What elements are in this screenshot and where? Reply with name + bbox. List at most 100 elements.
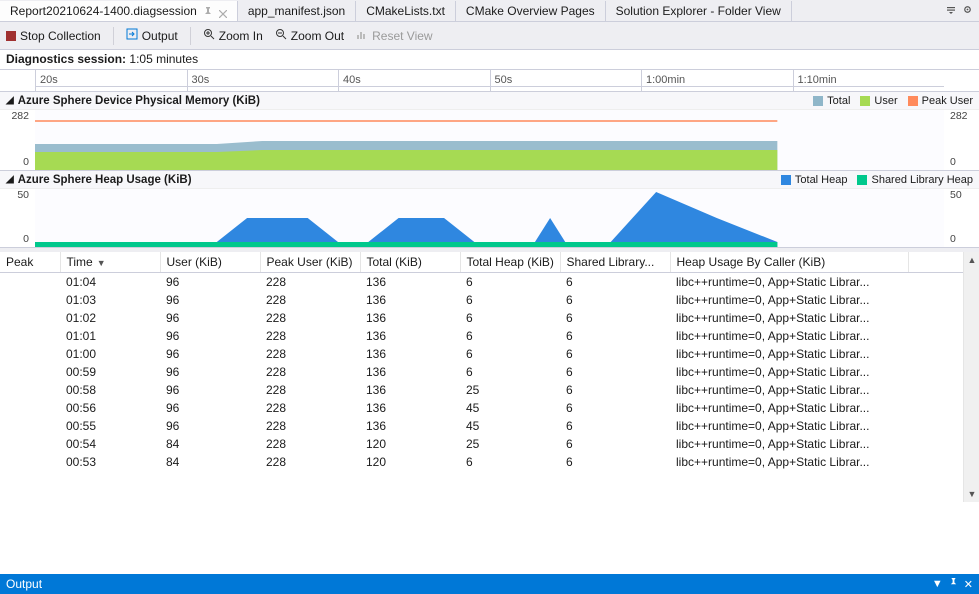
table-row[interactable]: 00:5484228120256libc++runtime=0, App+Sta… <box>0 435 979 453</box>
y-axis-left: 2820 <box>0 110 32 170</box>
table-cell: 45 <box>460 399 560 417</box>
zoom-out-button[interactable]: Zoom Out <box>275 28 344 43</box>
table-cell: 228 <box>260 435 360 453</box>
column-header[interactable]: Total (KiB) <box>360 252 460 273</box>
table-cell: 00:56 <box>60 399 160 417</box>
table-cell: libc++runtime=0, App+Static Librar... <box>670 345 909 363</box>
chevron-down-icon[interactable]: ▼ <box>932 578 943 591</box>
table-cell: 136 <box>360 381 460 399</box>
pin-icon[interactable] <box>203 6 213 16</box>
close-icon[interactable] <box>219 7 227 15</box>
table-cell: 6 <box>560 399 670 417</box>
table-cell: libc++runtime=0, App+Static Librar... <box>670 327 909 345</box>
output-label: Output <box>142 29 178 43</box>
scroll-up-icon[interactable]: ▲ <box>964 252 979 268</box>
zoom-in-button[interactable]: Zoom In <box>203 28 263 43</box>
table-cell <box>0 363 60 381</box>
ruler-tick: 50s <box>490 70 642 91</box>
toolbar-divider <box>190 27 191 45</box>
table-cell: libc++runtime=0, App+Static Librar... <box>670 435 909 453</box>
legend-item: Peak User <box>908 95 973 107</box>
table-cell: 6 <box>560 417 670 435</box>
tab-label: CMake Overview Pages <box>466 4 595 18</box>
table-row[interactable]: 00:538422812066libc++runtime=0, App+Stat… <box>0 453 979 471</box>
ruler-tick: 40s <box>338 70 490 91</box>
table-cell: 00:59 <box>60 363 160 381</box>
table-row[interactable]: 01:039622813666libc++runtime=0, App+Stat… <box>0 291 979 309</box>
reset-view-button[interactable]: Reset View <box>356 28 432 43</box>
timeline-ruler[interactable]: 20s30s40s50s1:00min1:10min <box>0 70 979 92</box>
table-cell: 6 <box>460 273 560 292</box>
chart-header[interactable]: ◢ Azure Sphere Device Physical Memory (K… <box>0 92 979 110</box>
chart-legend: TotalUserPeak User <box>813 95 973 107</box>
scroll-down-icon[interactable]: ▼ <box>964 486 979 502</box>
heap-table[interactable]: PeakTime▼User (KiB)Peak User (KiB)Total … <box>0 252 979 471</box>
table-cell: 00:53 <box>60 453 160 471</box>
table-cell: libc++runtime=0, App+Static Librar... <box>670 273 909 292</box>
table-cell: 228 <box>260 327 360 345</box>
pin-icon[interactable] <box>949 578 958 591</box>
column-header[interactable]: Total Heap (KiB) <box>460 252 560 273</box>
table-row[interactable]: 00:5696228136456libc++runtime=0, App+Sta… <box>0 399 979 417</box>
table-row[interactable]: 00:599622813666libc++runtime=0, App+Stat… <box>0 363 979 381</box>
stop-label: Stop Collection <box>20 29 101 43</box>
output-button[interactable]: Output <box>126 28 178 43</box>
column-header[interactable]: Time▼ <box>60 252 160 273</box>
session-status: Diagnostics session: 1:05 minutes <box>0 50 979 70</box>
table-row[interactable]: 01:019622813666libc++runtime=0, App+Stat… <box>0 327 979 345</box>
chart-body[interactable]: 2820 2820 <box>0 110 979 170</box>
stop-icon <box>6 31 16 41</box>
chart-legend: Total HeapShared Library Heap <box>781 174 973 186</box>
table-cell: 01:02 <box>60 309 160 327</box>
table-cell: 6 <box>560 363 670 381</box>
table-cell: 6 <box>460 309 560 327</box>
table-cell: libc++runtime=0, App+Static Librar... <box>670 381 909 399</box>
legend-item: User <box>860 95 897 107</box>
table-cell: 228 <box>260 309 360 327</box>
table-cell: 6 <box>560 453 670 471</box>
column-header[interactable]: Shared Library... <box>560 252 670 273</box>
sort-desc-icon: ▼ <box>97 258 106 268</box>
table-cell: libc++runtime=0, App+Static Librar... <box>670 363 909 381</box>
table-row[interactable]: 01:049622813666libc++runtime=0, App+Stat… <box>0 273 979 292</box>
session-value: 1:05 minutes <box>129 52 198 66</box>
table-row[interactable]: 01:029622813666libc++runtime=0, App+Stat… <box>0 309 979 327</box>
column-header[interactable]: User (KiB) <box>160 252 260 273</box>
stop-collection-button[interactable]: Stop Collection <box>6 29 101 43</box>
y-axis-right: 500 <box>947 189 979 247</box>
toolbar-divider <box>113 27 114 45</box>
table-cell: 96 <box>160 363 260 381</box>
legend-item: Total Heap <box>781 174 848 186</box>
vertical-scrollbar[interactable]: ▲ ▼ <box>963 252 979 502</box>
chart-header[interactable]: ◢ Azure Sphere Heap Usage (KiB) Total He… <box>0 171 979 189</box>
gear-icon[interactable] <box>962 4 973 18</box>
table-row[interactable]: 00:5596228136456libc++runtime=0, App+Sta… <box>0 417 979 435</box>
overflow-icon[interactable] <box>946 4 956 18</box>
close-icon[interactable]: ✕ <box>964 578 973 591</box>
table-cell: 136 <box>360 417 460 435</box>
table-cell: 6 <box>560 435 670 453</box>
column-header[interactable]: Peak User (KiB) <box>260 252 360 273</box>
table-row[interactable]: 00:5896228136256libc++runtime=0, App+Sta… <box>0 381 979 399</box>
diagnostics-toolbar: Stop Collection Output Zoom In Zoom Out … <box>0 22 979 50</box>
table-cell: 6 <box>560 381 670 399</box>
tab-solution-explorer[interactable]: Solution Explorer - Folder View <box>606 1 792 21</box>
table-cell: 136 <box>360 363 460 381</box>
tab-label: app_manifest.json <box>248 4 345 18</box>
table-cell: 6 <box>560 291 670 309</box>
zoom-out-icon <box>275 28 287 43</box>
output-panel-title[interactable]: Output ▼ ✕ <box>0 574 979 594</box>
tab-app-manifest[interactable]: app_manifest.json <box>238 1 356 21</box>
tab-label: CMakeLists.txt <box>366 4 445 18</box>
column-header[interactable]: Peak <box>0 252 60 273</box>
column-header[interactable]: Heap Usage By Caller (KiB) <box>670 252 909 273</box>
tab-cmake-overview[interactable]: CMake Overview Pages <box>456 1 606 21</box>
tab-cmakelists[interactable]: CMakeLists.txt <box>356 1 456 21</box>
table-cell: 6 <box>560 345 670 363</box>
table-cell: 228 <box>260 291 360 309</box>
table-cell <box>0 345 60 363</box>
table-row[interactable]: 01:009622813666libc++runtime=0, App+Stat… <box>0 345 979 363</box>
reset-view-label: Reset View <box>372 29 432 43</box>
tab-report[interactable]: Report20210624-1400.diagsession <box>0 1 238 21</box>
chart-body[interactable]: 500 500 <box>0 189 979 247</box>
